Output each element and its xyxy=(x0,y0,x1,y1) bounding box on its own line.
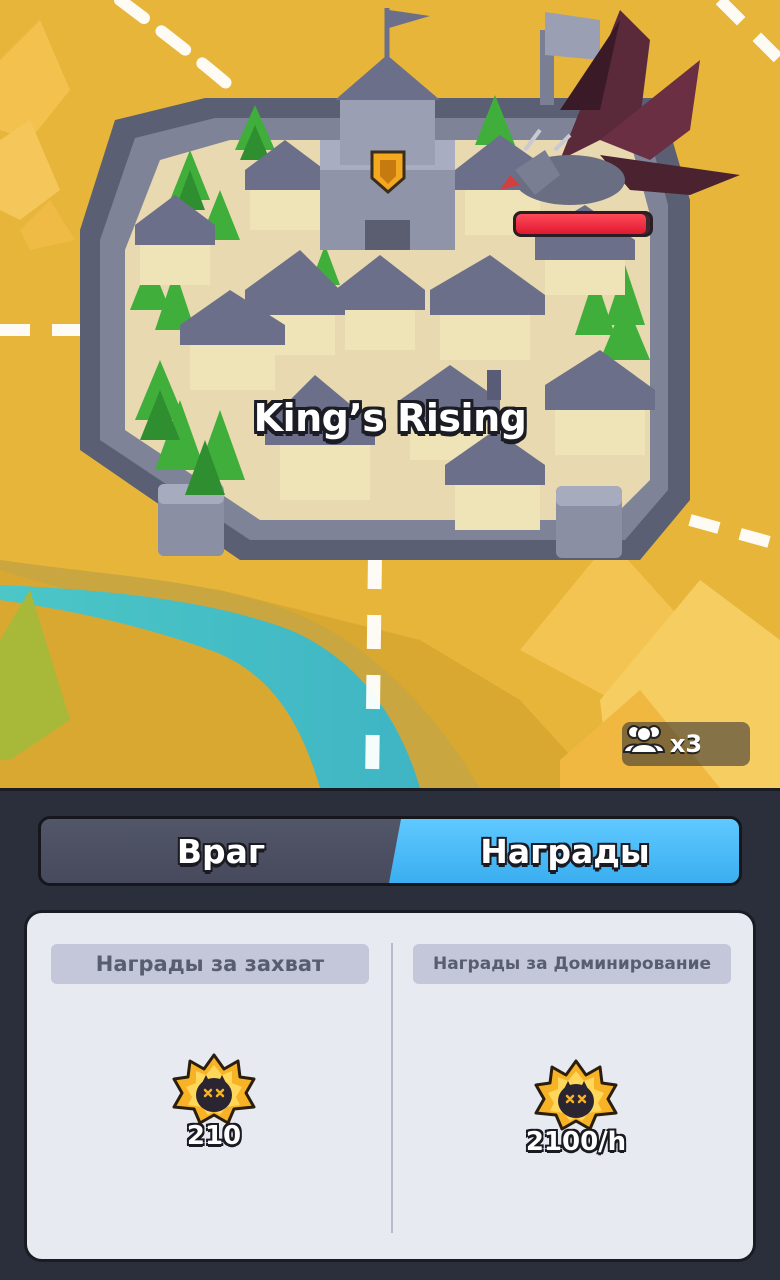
tab-enemy[interactable]: Враг xyxy=(41,819,401,883)
enemy-health-bar xyxy=(513,211,653,237)
capture-reward-amount: 210 xyxy=(186,1121,242,1151)
enemy-health-fill xyxy=(516,214,646,234)
capture-rewards-label: Награды за захват xyxy=(51,944,369,984)
skull-badge-icon xyxy=(172,1053,256,1125)
people-group-icon xyxy=(622,725,666,754)
tab-rewards[interactable]: Награды xyxy=(389,819,739,883)
dominance-reward: 2100/h xyxy=(501,1059,651,1157)
town-name-label: King’s Rising xyxy=(253,396,527,440)
multiplier-value: x3 xyxy=(669,730,703,758)
skull-badge-icon xyxy=(534,1059,618,1131)
bottom-panel: Враг Награды Награды за захват Награды з… xyxy=(0,788,780,1280)
world-map[interactable]: King’s Rising x3 xyxy=(0,0,780,788)
panel-tabs: Враг Награды xyxy=(38,816,742,886)
squad-multiplier-badge: x3 xyxy=(622,722,750,766)
capture-reward: 210 xyxy=(139,1053,289,1151)
rewards-card: Награды за захват Награды за Доминирован… xyxy=(24,910,756,1262)
dominance-reward-amount: 2100/h xyxy=(525,1127,627,1157)
dominance-rewards-label: Награды за Доминирование xyxy=(413,944,731,984)
column-divider xyxy=(391,943,393,1233)
map-scene xyxy=(0,0,780,788)
